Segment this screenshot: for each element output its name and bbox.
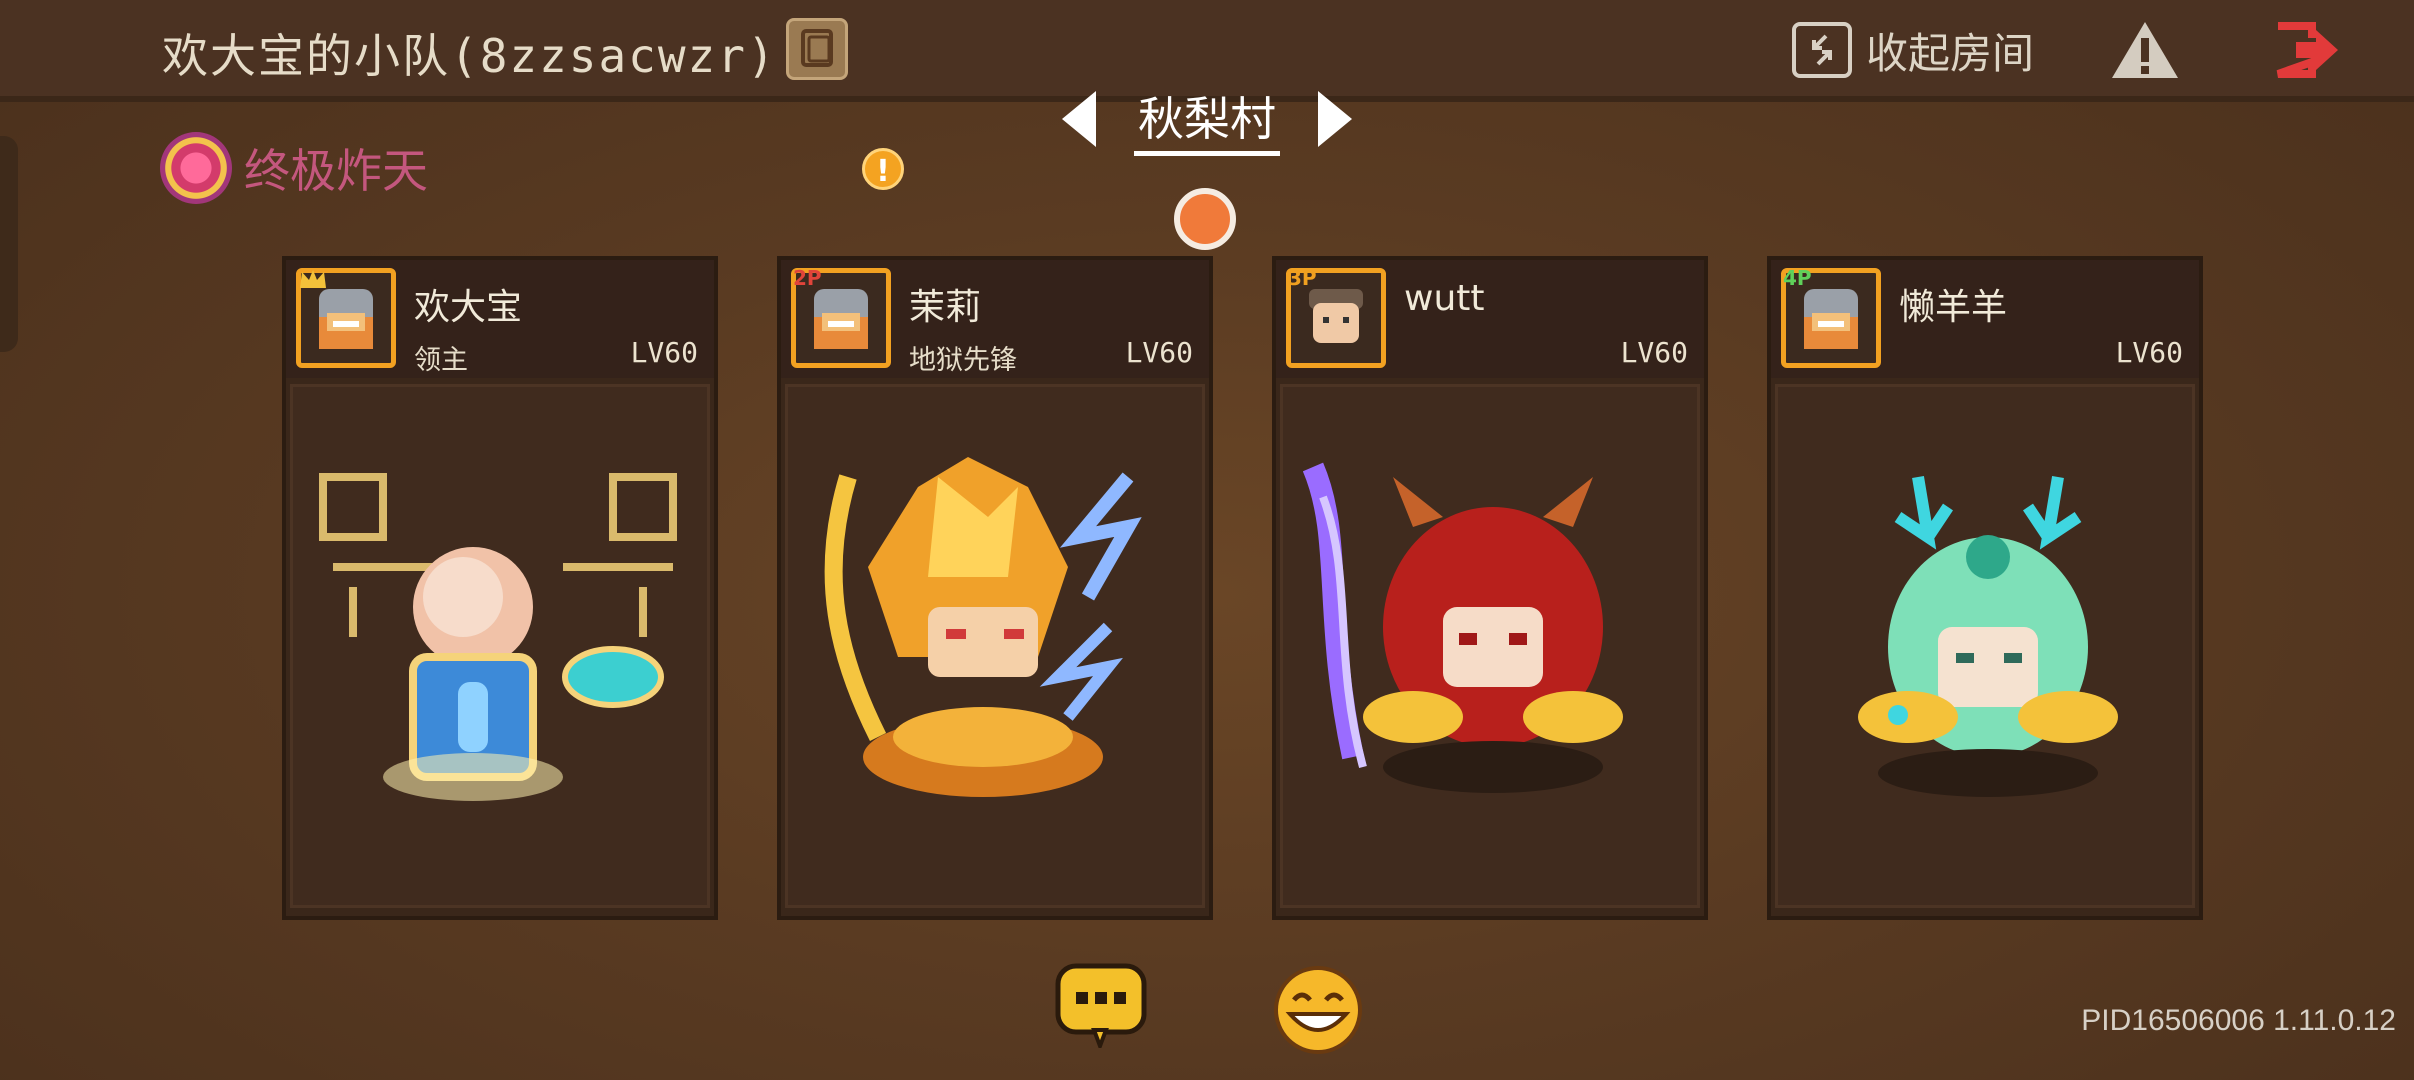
player-slot-badge: 2P bbox=[793, 266, 822, 290]
side-drawer-tab[interactable] bbox=[0, 136, 18, 352]
map-location-dot[interactable] bbox=[1174, 188, 1236, 250]
hero-sprite bbox=[319, 473, 677, 801]
map-next-arrow[interactable] bbox=[1318, 91, 1352, 147]
collapse-room-icon bbox=[1792, 22, 1852, 78]
map-name[interactable]: 秋梨村 bbox=[1134, 83, 1280, 156]
player-card-2[interactable]: 2P 茉莉 地狱先锋 LV60 bbox=[777, 256, 1213, 920]
player-title: 地狱先锋 bbox=[909, 345, 1017, 376]
hero-sprite bbox=[1858, 476, 2118, 797]
collapse-room-label: 收起房间 bbox=[1866, 28, 2035, 78]
player-title: 领主 bbox=[414, 345, 468, 376]
emote-button[interactable] bbox=[1272, 964, 1364, 1056]
player-name: wutt bbox=[1404, 278, 1485, 319]
room-title: 欢大宝的小队(8zzsacwzr) bbox=[162, 29, 777, 83]
copy-icon bbox=[801, 29, 833, 67]
player-card-header: 4P 懒羊羊 LV60 bbox=[1771, 260, 2199, 378]
player-level: LV60 bbox=[1620, 336, 1688, 369]
exit-icon bbox=[2276, 22, 2338, 78]
player-level: LV60 bbox=[630, 336, 698, 369]
crown-icon bbox=[300, 270, 326, 288]
player-card-1[interactable]: 欢大宝 领主 LV60 bbox=[282, 256, 718, 920]
collapse-room-button[interactable]: 收起房间 bbox=[1792, 18, 2034, 82]
exit-room-button[interactable] bbox=[2272, 18, 2342, 82]
chat-button[interactable] bbox=[1054, 962, 1148, 1052]
hero-display bbox=[1775, 384, 2195, 908]
player-card-3[interactable]: 3P wutt LV60 bbox=[1272, 256, 1708, 920]
player-card-header: 3P wutt LV60 bbox=[1276, 260, 1704, 378]
report-button[interactable] bbox=[2110, 18, 2180, 82]
player-level: LV60 bbox=[2115, 336, 2183, 369]
player-card-header: 2P 茉莉 地狱先锋 LV60 bbox=[781, 260, 1209, 378]
hero-display bbox=[1280, 384, 1700, 908]
map-prev-arrow[interactable] bbox=[1062, 91, 1096, 147]
chat-bubble-icon bbox=[1055, 963, 1147, 1052]
game-mode[interactable]: 终极炸天 bbox=[160, 132, 428, 204]
mode-label: 终极炸天 bbox=[244, 144, 428, 198]
player-card-header: 欢大宝 领主 LV60 bbox=[286, 260, 714, 378]
hero-display bbox=[290, 384, 710, 908]
pid-version-label: PID16506006 1.11.0.12 bbox=[2081, 1004, 2396, 1037]
player-slot-badge: 4P bbox=[1783, 266, 1812, 290]
mode-alert-icon[interactable]: ! bbox=[862, 148, 904, 190]
hero-sprite bbox=[1303, 462, 1623, 793]
player-card-4[interactable]: 4P 懒羊羊 LV60 bbox=[1767, 256, 2203, 920]
warning-icon bbox=[2112, 22, 2178, 78]
mode-emblem-icon bbox=[160, 132, 232, 204]
map-selector: 秋梨村 bbox=[1062, 83, 1352, 156]
grin-face-icon bbox=[1274, 966, 1362, 1054]
player-name: 懒羊羊 bbox=[1899, 287, 2008, 328]
hero-sprite bbox=[824, 457, 1142, 797]
copy-room-id-button[interactable] bbox=[786, 18, 848, 80]
player-name: 欢大宝 bbox=[414, 287, 523, 328]
player-slot-badge: 3P bbox=[1288, 266, 1317, 290]
hero-display bbox=[785, 384, 1205, 908]
player-level: LV60 bbox=[1125, 336, 1193, 369]
player-name: 茉莉 bbox=[909, 287, 982, 328]
